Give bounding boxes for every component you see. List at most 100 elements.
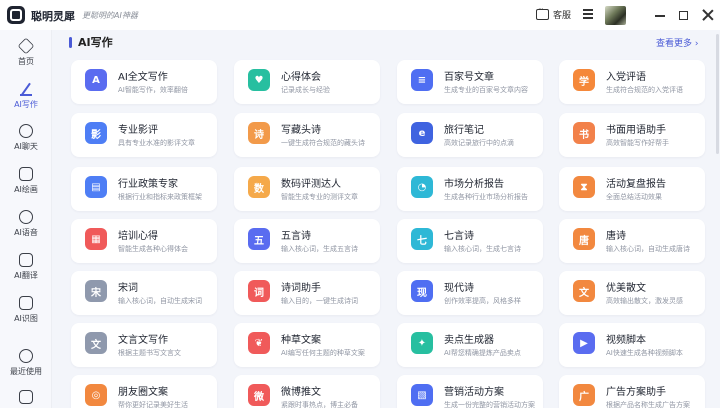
tool-card[interactable]: 广广告方案助手 根据产品名称生成广告方案 xyxy=(559,375,705,408)
tool-card-description: AI快速生成各种视频脚本 xyxy=(606,349,683,357)
app-logo-icon xyxy=(7,6,25,24)
tool-card-description: 输入核心词，自动生成唐诗 xyxy=(606,245,690,253)
sidebar-item-more[interactable] xyxy=(0,384,52,408)
customer-service-button[interactable]: 客服 xyxy=(536,5,571,21)
tool-card-title: 活动复盘报告 xyxy=(606,179,666,190)
tool-card[interactable]: 微微博推文紧跟时事热点，博主必备 xyxy=(234,375,380,408)
video-script-icon: ▶ xyxy=(573,332,595,354)
poetry-assistant-icon: 词 xyxy=(248,280,270,302)
tool-card-title: 文言文写作 xyxy=(118,335,168,346)
tool-card-title: 现代诗 xyxy=(444,283,474,294)
view-more-link[interactable]: 查看更多 › xyxy=(656,36,698,49)
tool-card[interactable]: 诗写藏头诗 一键生成符合规范的藏头诗 xyxy=(234,113,380,157)
sidebar: 首页 AI写作 AI聊天 AI绘画 AI语音 AI翻译 AI识图 最近使用 xyxy=(0,30,52,408)
moments-icon: ◎ xyxy=(85,384,107,406)
section-accent-bar xyxy=(69,37,72,48)
tool-card-description: AI智能写作，效率翻倍 xyxy=(118,86,188,94)
tool-card-title: 心得体会 xyxy=(281,72,321,83)
tool-card[interactable]: 文文言文写作 根据主题书写文言文 xyxy=(71,323,217,367)
travel-icon: e xyxy=(411,122,433,144)
tool-card[interactable]: 五五言诗 输入核心词，生成五言诗 xyxy=(234,219,380,263)
tool-card[interactable]: ≡ 百家号文章 生成专业的百家号文章内容 xyxy=(397,60,543,104)
tool-card-description: 根据产品名称生成广告方案 xyxy=(606,401,690,408)
sidebar-item-ai-translate[interactable]: AI翻译 xyxy=(0,247,52,287)
hexagon-home-icon xyxy=(17,37,35,55)
maximize-icon[interactable] xyxy=(679,11,688,20)
tool-card-title: 七言诗 xyxy=(444,231,474,242)
pen-icon xyxy=(19,82,33,96)
tool-card[interactable]: 词诗词助手 输入目的，一键生成诗词 xyxy=(234,271,380,315)
prose-icon: 文 xyxy=(573,280,595,302)
tool-card[interactable]: 学入党评语 生成符合规范的入党评语 xyxy=(559,60,705,104)
tool-card-title: 视频脚本 xyxy=(606,335,646,346)
tool-card-title: 种草文案 xyxy=(281,335,321,346)
sidebar-item-ai-writing[interactable]: AI写作 xyxy=(0,76,52,116)
sidebar-item-ai-chat[interactable]: AI聊天 xyxy=(0,118,52,158)
tool-card[interactable]: ◔ 市场分析报告 生成各种行业市场分析报告 xyxy=(397,167,543,211)
sidebar-item-label: AI聊天 xyxy=(14,142,38,151)
sidebar-item-home[interactable]: 首页 xyxy=(0,33,52,73)
chat-bubble-icon xyxy=(19,124,33,138)
tool-card-description: 一键生成符合规范的藏头诗 xyxy=(281,139,365,147)
tool-card-title: 广告方案助手 xyxy=(606,387,666,398)
sidebar-item-label: AI语音 xyxy=(14,228,38,237)
sidebar-item-ai-drawing[interactable]: AI绘画 xyxy=(0,161,52,201)
tool-card[interactable]: e 旅行笔记 高效记录旅行中的点滴 xyxy=(397,113,543,157)
sidebar-item-label: AI绘画 xyxy=(14,185,38,194)
tool-card[interactable]: ❦ 种草文案 AI编写任何主题的种草文案 xyxy=(234,323,380,367)
tool-card-title: 微博推文 xyxy=(281,387,321,398)
sidebar-item-label: AI写作 xyxy=(14,100,38,109)
sidebar-item-recent[interactable]: 最近使用 xyxy=(0,343,52,383)
user-avatar[interactable] xyxy=(605,6,626,25)
tool-card-description: 输入核心词，生成七言诗 xyxy=(444,245,521,253)
tool-card-title: 数码评测达人 xyxy=(281,179,341,190)
weibo-icon: 微 xyxy=(248,384,270,406)
tool-card[interactable]: ▧ 营销活动方案 生成一份完整的营销活动方案 xyxy=(397,375,543,408)
tool-card[interactable]: ▶ 视频脚本 AI快速生成各种视频脚本 xyxy=(559,323,705,367)
modern-poem-icon: 现 xyxy=(411,280,433,302)
tool-card-description: 根据行业和指标来政策框架 xyxy=(118,193,202,201)
menu-icon[interactable] xyxy=(583,9,593,19)
translate-icon xyxy=(19,253,33,267)
tool-card[interactable]: A AI全文写作 AI智能写作，效率翻倍 xyxy=(71,60,217,104)
tool-card-description: 紧跟时事热点，博主必备 xyxy=(281,401,358,408)
training-icon: ▦ xyxy=(85,228,107,250)
tool-card-description: 输入核心词，自动生成宋词 xyxy=(118,297,202,305)
tool-card[interactable]: ⧗ 活动复盘报告 全面总结活动效果 xyxy=(559,167,705,211)
scrollbar[interactable] xyxy=(716,34,719,154)
headphones-icon xyxy=(19,210,33,224)
tool-card[interactable]: ♥ 心得体会 记录成长与经验 xyxy=(234,60,380,104)
sidebar-item-ai-image-recognition[interactable]: AI识图 xyxy=(0,290,52,330)
tool-card[interactable]: ▦ 培训心得 智能生成各种心得体会 xyxy=(71,219,217,263)
brush-icon xyxy=(19,167,33,181)
document-icon xyxy=(19,390,33,404)
close-icon[interactable] xyxy=(702,9,714,21)
tool-card-title: 宋词 xyxy=(118,283,138,294)
tool-card[interactable]: 书书面用语助手 高效智能写作好帮手 xyxy=(559,113,705,157)
tool-card-description: 高效记录旅行中的点滴 xyxy=(444,139,514,147)
tool-card-description: 根据主题书写文言文 xyxy=(118,349,181,357)
tool-card-title: 市场分析报告 xyxy=(444,179,504,190)
hourglass-icon: ⧗ xyxy=(573,176,595,198)
tool-card[interactable]: ◎ 朋友圈文案 帮你更好记录美好生活 xyxy=(71,375,217,408)
tool-card[interactable]: ✦ 卖点生成器 AI帮您精确提炼产品卖点 xyxy=(397,323,543,367)
tool-card-description: 输入核心词，生成五言诗 xyxy=(281,245,358,253)
tool-card-description: 高效输出散文，激发灵感 xyxy=(606,297,683,305)
tool-card[interactable]: 数数码评测达人 智能生成专业的测评文章 xyxy=(234,167,380,211)
chat-service-icon xyxy=(536,5,549,20)
tool-card-description: 创作效率提高，风格多样 xyxy=(444,297,521,305)
tool-card-title: 入党评语 xyxy=(606,72,646,83)
tool-card[interactable]: 文优美散文 高效输出散文，激发灵感 xyxy=(559,271,705,315)
tool-card-title: 百家号文章 xyxy=(444,72,494,83)
tool-card[interactable]: 宋宋词 输入核心词，自动生成宋词 xyxy=(71,271,217,315)
tool-card[interactable]: 七七言诗 输入核心词，生成七言诗 xyxy=(397,219,543,263)
tool-card-title: 书面用语助手 xyxy=(606,125,666,136)
tool-card[interactable]: 唐唐诗 输入核心词，自动生成唐诗 xyxy=(559,219,705,263)
clock-icon xyxy=(19,349,33,363)
minimize-icon[interactable] xyxy=(655,15,665,17)
tool-card[interactable]: 影专业影评 具有专业水准的影评文章 xyxy=(71,113,217,157)
tool-card[interactable]: 现现代诗创作效率提高，风格多样 xyxy=(397,271,543,315)
chart-pie-icon: ◔ xyxy=(411,176,433,198)
tool-card[interactable]: ▤ 行业政策专家 根据行业和指标来政策框架 xyxy=(71,167,217,211)
sidebar-item-ai-voice[interactable]: AI语音 xyxy=(0,204,52,244)
